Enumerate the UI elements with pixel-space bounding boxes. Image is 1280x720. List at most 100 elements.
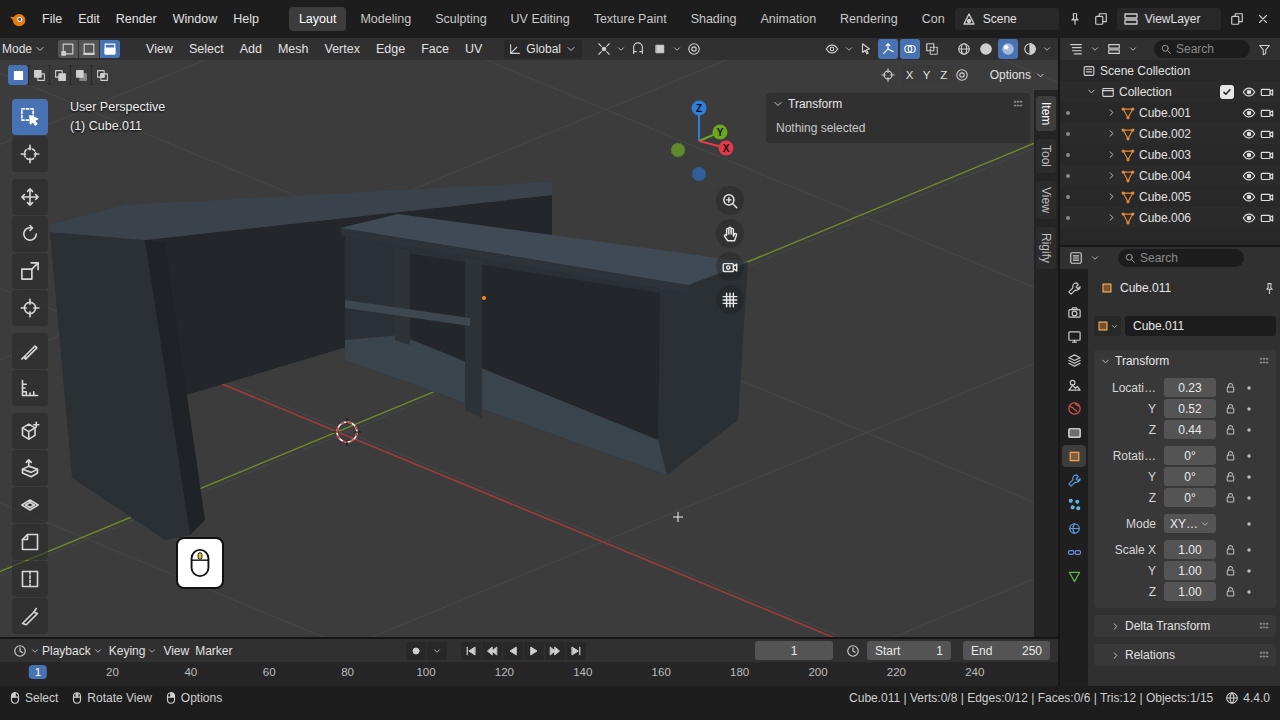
- keyframe-slot[interactable]: [1242, 586, 1256, 598]
- tree-row[interactable]: Cube.004: [1060, 165, 1280, 186]
- box-mode-button[interactable]: [29, 65, 49, 85]
- view-layer-field[interactable]: ViewLayer: [1117, 8, 1221, 30]
- keyframe-slot[interactable]: [1242, 492, 1256, 504]
- lock-slot[interactable]: [1222, 564, 1238, 577]
- keyframe-slot[interactable]: [1242, 403, 1256, 415]
- number-field[interactable]: 0°: [1164, 467, 1216, 486]
- workspace-tab[interactable]: Animation: [751, 7, 827, 31]
- sidebar-tab[interactable]: View: [1036, 181, 1056, 219]
- gizmo-axis[interactable]: X: [699, 141, 734, 156]
- menu-item[interactable]: Mesh: [270, 39, 317, 59]
- properties-tab[interactable]: [1062, 541, 1086, 563]
- number-field[interactable]: 1.00: [1164, 540, 1216, 559]
- menu-item[interactable]: Help: [225, 9, 267, 29]
- subpanel-header[interactable]: Delta Transform: [1094, 615, 1276, 637]
- lock-slot[interactable]: [1222, 585, 1238, 598]
- menu-item[interactable]: Render: [108, 9, 165, 29]
- snap-target-button[interactable]: [650, 39, 670, 59]
- preview-range-button[interactable]: [843, 641, 863, 661]
- shading-button[interactable]: [976, 39, 996, 59]
- panel-header[interactable]: Transform: [1094, 350, 1276, 372]
- axis-button[interactable]: Y: [919, 65, 935, 85]
- select-mode-button[interactable]: [100, 40, 120, 58]
- snap-button[interactable]: [628, 39, 648, 59]
- tool-button[interactable]: [12, 253, 48, 289]
- scene-view[interactable]: [0, 60, 1058, 637]
- tool-button[interactable]: [12, 598, 48, 634]
- number-field[interactable]: 0°: [1164, 488, 1216, 507]
- workspace-tab[interactable]: Modeling: [350, 7, 421, 31]
- properties-tab[interactable]: [1062, 277, 1086, 299]
- number-field[interactable]: 0.44: [1164, 420, 1216, 439]
- tool-button[interactable]: [12, 333, 48, 369]
- sidebar-tab[interactable]: Rigify: [1036, 227, 1056, 269]
- menu-item[interactable]: UV: [457, 39, 490, 59]
- sidebar-tab[interactable]: Tool: [1036, 139, 1056, 173]
- editor-type-button[interactable]: [10, 641, 30, 661]
- tree-row[interactable]: Cube.003: [1060, 144, 1280, 165]
- menu-item[interactable]: Face: [413, 39, 457, 59]
- menu-item[interactable]: View: [138, 39, 181, 59]
- number-field[interactable]: 0.23: [1164, 378, 1216, 397]
- gizmo-axis[interactable]: Y: [699, 125, 728, 142]
- workspace-tab[interactable]: Sculpting: [425, 7, 496, 31]
- properties-search[interactable]: Search: [1118, 249, 1244, 267]
- workspace-tab[interactable]: Layout: [289, 7, 347, 31]
- properties-tab[interactable]: [1062, 421, 1086, 443]
- properties-tab[interactable]: [1062, 301, 1086, 323]
- navigation-gizmo[interactable]: ZYX: [666, 90, 766, 182]
- current-frame-field[interactable]: 1: [755, 641, 833, 660]
- workspace-tab[interactable]: Texture Paint: [584, 7, 677, 31]
- pivot-button[interactable]: [594, 39, 614, 59]
- panel-header[interactable]: Transform: [766, 93, 1030, 115]
- keyframe-slot[interactable]: [1242, 544, 1256, 556]
- box-mode-button[interactable]: [8, 65, 28, 85]
- editor-type-button[interactable]: [1066, 248, 1086, 268]
- lock-slot[interactable]: [1222, 543, 1238, 556]
- tool-button[interactable]: [12, 450, 48, 486]
- workspace-tab[interactable]: Con: [912, 7, 955, 31]
- menu-item[interactable]: Vertex: [316, 39, 367, 59]
- visibility-button[interactable]: [822, 39, 842, 59]
- tool-button[interactable]: [12, 136, 48, 172]
- number-field[interactable]: 1.00: [1164, 582, 1216, 601]
- options-dropdown[interactable]: Options: [982, 65, 1050, 85]
- collection-checkbox[interactable]: [1220, 85, 1234, 99]
- box-mode-button[interactable]: [50, 65, 70, 85]
- scene-field[interactable]: Scene: [955, 8, 1059, 30]
- keyframe-slot[interactable]: [1242, 450, 1256, 462]
- keyframe-slot[interactable]: [1242, 471, 1256, 483]
- lock-slot[interactable]: [1222, 470, 1238, 483]
- number-field[interactable]: 1.00: [1164, 561, 1216, 580]
- transport-button[interactable]: [482, 642, 502, 660]
- keyframe-slot[interactable]: [1242, 382, 1256, 394]
- orientation-dropdown[interactable]: Global: [504, 40, 582, 58]
- tool-button[interactable]: [12, 524, 48, 560]
- start-frame-field[interactable]: Start1: [867, 641, 951, 660]
- workspace-tab[interactable]: UV Editing: [501, 7, 580, 31]
- tool-button[interactable]: [12, 561, 48, 597]
- shading-button[interactable]: [1020, 39, 1040, 59]
- menu-item[interactable]: Edge: [368, 39, 413, 59]
- tool-button[interactable]: [12, 179, 48, 215]
- properties-tab[interactable]: [1062, 325, 1086, 347]
- tree-row[interactable]: Cube.001: [1060, 102, 1280, 123]
- xray-toggle[interactable]: [922, 39, 942, 59]
- ortho-button[interactable]: [716, 285, 744, 314]
- workspace-tab[interactable]: Shading: [681, 7, 747, 31]
- properties-tab[interactable]: [1062, 565, 1086, 587]
- transport-button[interactable]: [566, 642, 586, 660]
- object-name-field[interactable]: Cube.011: [1125, 316, 1276, 336]
- tool-button[interactable]: [12, 290, 48, 326]
- outliner-search[interactable]: Search: [1154, 40, 1250, 58]
- 3d-cursor-icon[interactable]: [333, 418, 361, 446]
- properties-tab[interactable]: [1062, 373, 1086, 395]
- new-scene-button[interactable]: [1091, 9, 1111, 29]
- remove-view-layer-button[interactable]: [1253, 9, 1273, 29]
- proportional-button[interactable]: [684, 39, 704, 59]
- zoom-button[interactable]: [716, 186, 744, 215]
- subpanel-header[interactable]: Relations: [1094, 644, 1276, 666]
- object-browse[interactable]: [1094, 316, 1121, 336]
- menu-item[interactable]: Edit: [70, 9, 108, 29]
- properties-tab[interactable]: [1062, 445, 1086, 467]
